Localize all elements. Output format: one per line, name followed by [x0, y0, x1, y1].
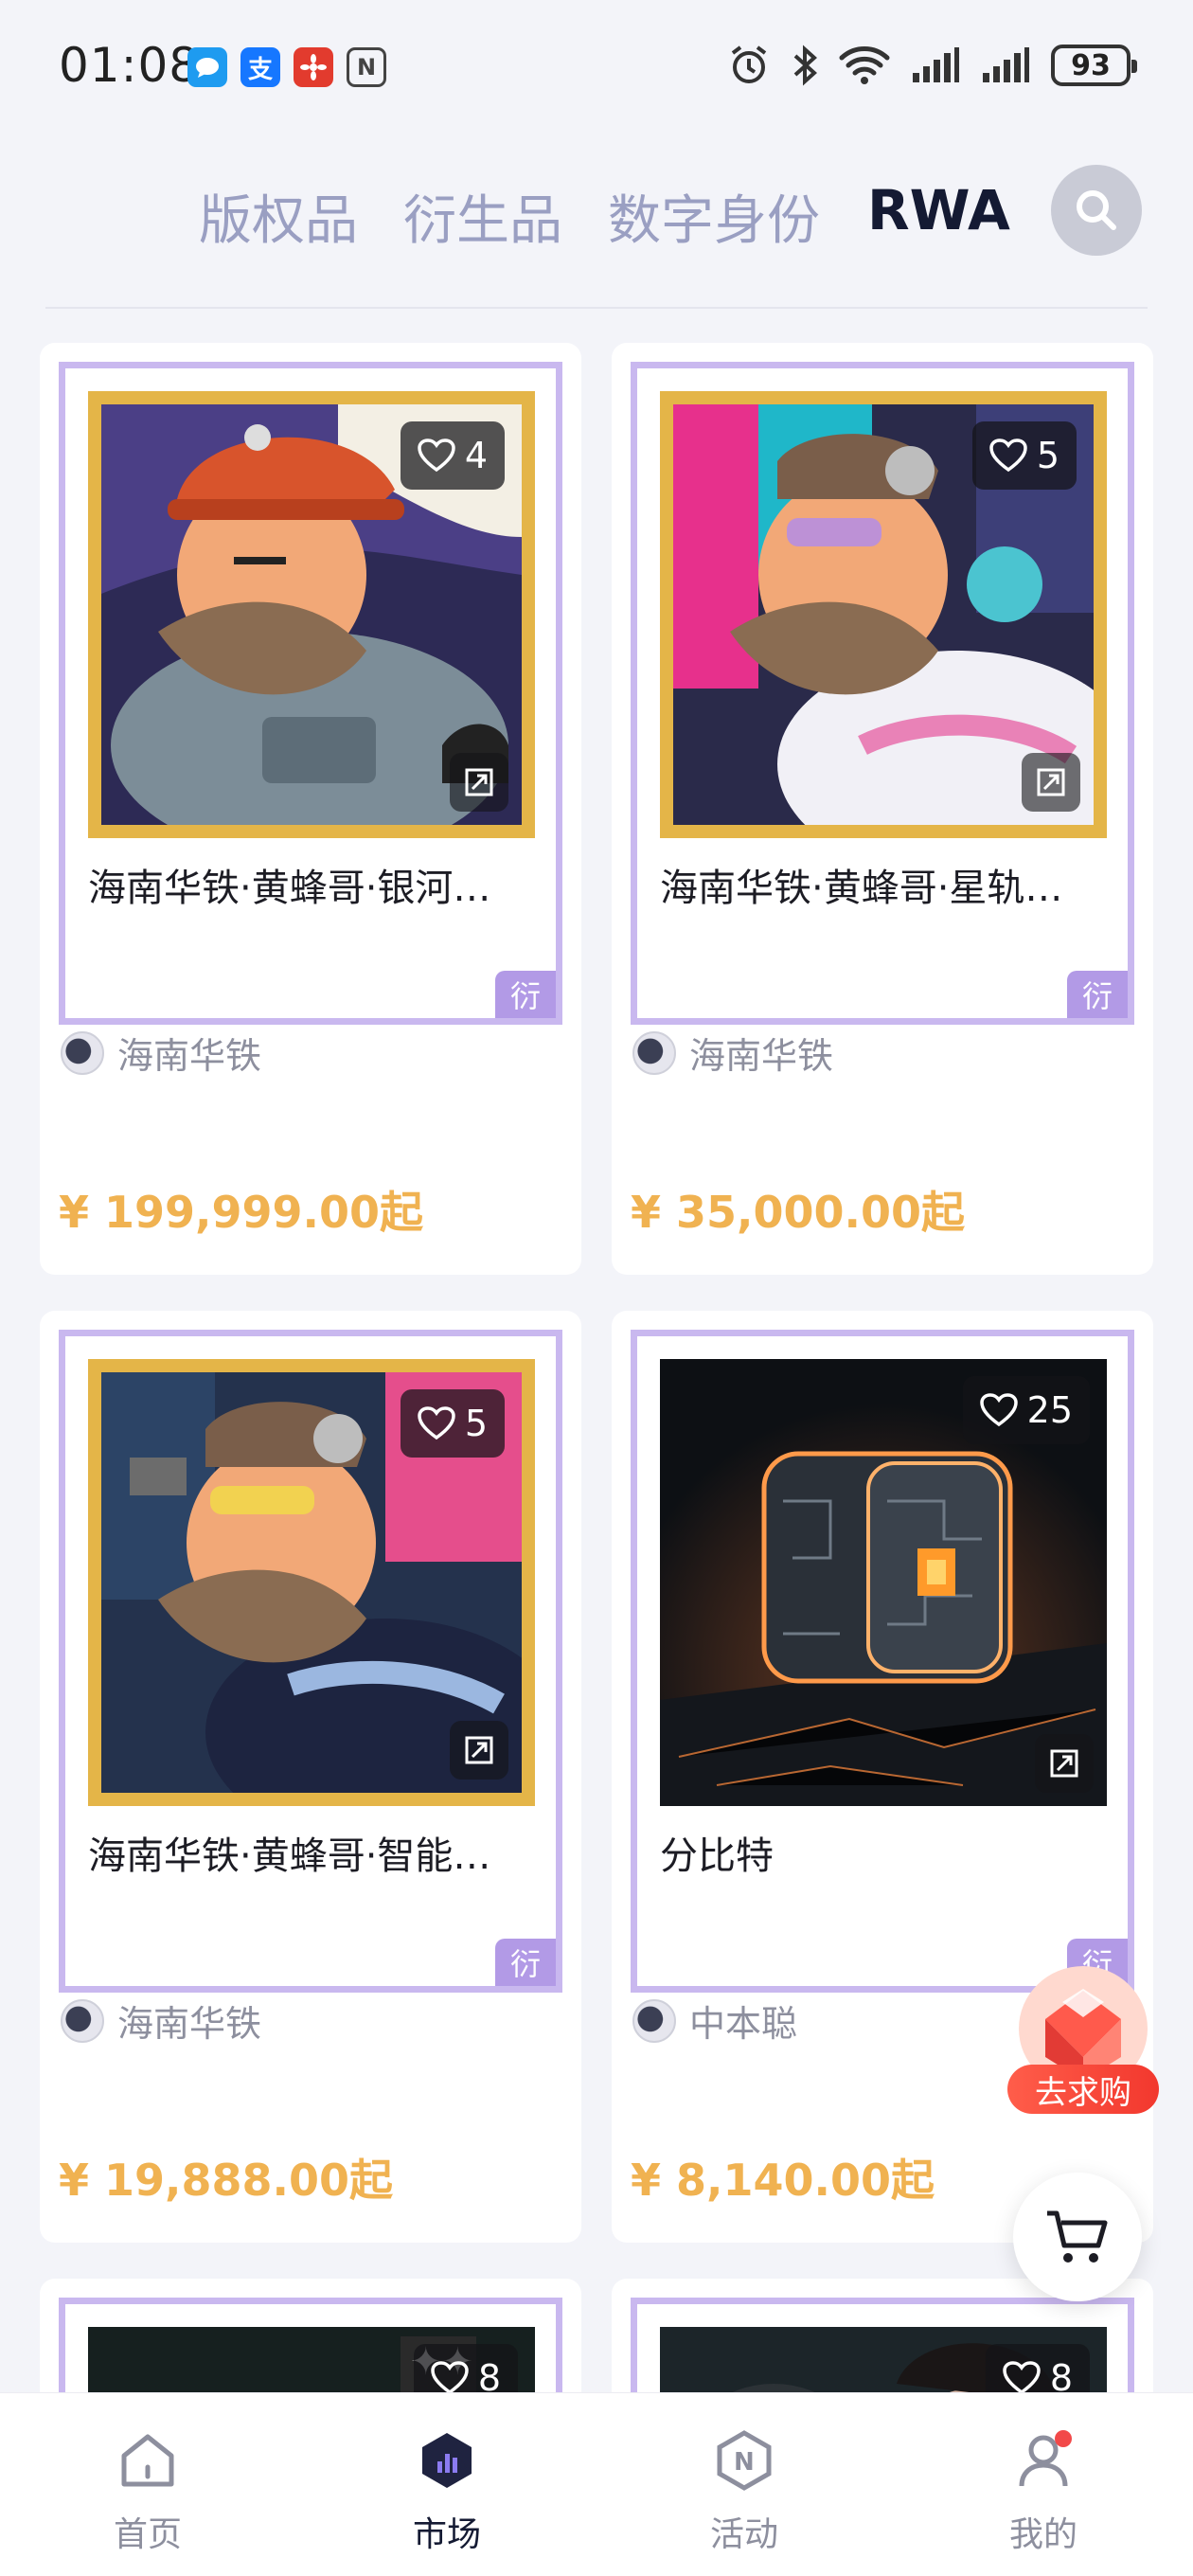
home-icon — [121, 2434, 174, 2487]
expand-button[interactable] — [450, 1721, 508, 1780]
product-title: 分比特 — [660, 1834, 774, 1878]
nav-profile[interactable]: 我的 — [958, 2429, 1129, 2556]
nfc-icon: N — [347, 47, 386, 87]
alarm-icon — [731, 45, 767, 83]
like-badge[interactable]: 5 — [400, 1389, 505, 1458]
nav-market[interactable]: 市场 — [362, 2429, 532, 2556]
message-app-icon — [187, 47, 227, 87]
like-badge[interactable]: 5 — [971, 421, 1077, 490]
derivative-tag: 衍 — [1067, 971, 1128, 1018]
system-status-icons: 93 — [727, 44, 1137, 87]
nav-market-label: 市场 — [412, 2515, 481, 2554]
expand-button[interactable] — [1022, 753, 1080, 812]
product-image[interactable]: 4 — [88, 391, 535, 838]
signal-icon — [913, 47, 959, 82]
product-image[interactable]: 5 — [660, 391, 1107, 838]
author-avatar — [61, 1998, 104, 2043]
heart-icon — [431, 2361, 469, 2395]
product-image[interactable]: 25 — [660, 1359, 1107, 1806]
tab-derivatives[interactable]: 衍生品 — [403, 178, 562, 255]
product-frame: 4 海南华铁·黄蜂哥·银河… 衍 — [59, 362, 562, 1025]
profile-icon — [1019, 2430, 1072, 2487]
author-name: 中本聪 — [689, 2003, 798, 2045]
product-author[interactable]: 海南华铁 — [61, 1027, 261, 1079]
cart-icon — [1047, 2210, 1108, 2263]
expand-icon — [1037, 768, 1065, 796]
search-icon — [1077, 190, 1116, 230]
author-avatar — [632, 1998, 676, 2043]
bottom-navigation: 首页 市场 N 活动 我的 — [0, 2392, 1193, 2576]
alipay-icon: 支 — [240, 47, 280, 87]
like-count: 5 — [464, 1403, 488, 1444]
product-frame: 25 分比特 衍 — [631, 1330, 1134, 1993]
heart-icon — [418, 438, 455, 473]
product-price: ¥ 19,888.00起 — [59, 2155, 394, 2206]
signal-icon-2 — [983, 47, 1029, 82]
like-badge[interactable]: 4 — [400, 421, 505, 490]
product-author[interactable]: 海南华铁 — [61, 1995, 261, 2047]
heart-icon — [1003, 2361, 1041, 2395]
derivative-tag: 衍 — [495, 971, 556, 1018]
status-time: 01:08 — [59, 38, 201, 93]
product-card[interactable]: 5 海南华铁·黄蜂哥·星轨… 衍 海南华铁 ¥ 35,000.00起 — [612, 343, 1153, 1275]
like-count: 25 — [1026, 1389, 1073, 1431]
author-avatar — [61, 1030, 104, 1075]
wifi-icon — [839, 46, 890, 84]
product-price: ¥ 35,000.00起 — [631, 1187, 966, 1238]
like-badge[interactable]: 25 — [962, 1376, 1090, 1444]
want-to-buy-label: 去求购 — [1007, 2065, 1159, 2114]
like-count: 4 — [464, 435, 488, 476]
nav-activity-label: 活动 — [709, 2515, 778, 2554]
author-name: 海南华铁 — [117, 2003, 262, 2045]
like-count: 5 — [1036, 435, 1059, 476]
author-name: 海南华铁 — [117, 1035, 262, 1077]
author-name: 海南华铁 — [689, 1035, 834, 1077]
product-frame: 5 海南华铁·黄蜂哥·星轨… 衍 — [631, 362, 1134, 1025]
expand-icon — [1050, 1749, 1078, 1778]
svg-text:N: N — [734, 2448, 755, 2477]
nav-profile-label: 我的 — [1008, 2515, 1077, 2554]
bluetooth-icon — [793, 45, 817, 86]
product-title: 海南华铁·黄蜂哥·银河… — [88, 867, 491, 910]
product-price: ¥ 8,140.00起 — [631, 2155, 935, 2206]
tabs-divider — [45, 307, 1148, 309]
derivative-tag: 衍 — [495, 1939, 556, 1986]
status-bar: 01:08 支 N 93 — [0, 0, 1193, 133]
tab-copyright[interactable]: 版权品 — [199, 178, 358, 255]
product-card[interactable]: 5 海南华铁·黄蜂哥·智能… 衍 海南华铁 ¥ 19,888.00起 — [40, 1311, 581, 2243]
product-title: 海南华铁·黄蜂哥·星轨… — [660, 867, 1063, 910]
product-card[interactable]: 4 海南华铁·黄蜂哥·银河… 衍 海南华铁 ¥ 199,999.00起 — [40, 343, 581, 1275]
product-price: ¥ 199,999.00起 — [59, 1187, 424, 1238]
notification-dot — [1055, 2430, 1072, 2447]
nav-home[interactable]: 首页 — [62, 2429, 233, 2556]
expand-button[interactable] — [450, 753, 508, 812]
category-tabs: 版权品 衍生品 数字身份 RWA — [0, 152, 1193, 269]
nav-activity[interactable]: N 活动 — [659, 2429, 829, 2556]
tab-digital-identity[interactable]: 数字身份 — [608, 178, 820, 255]
want-to-buy-button[interactable]: 去求购 — [1007, 1953, 1159, 2133]
cart-button[interactable] — [1013, 2173, 1142, 2301]
search-button[interactable] — [1051, 165, 1142, 256]
expand-icon — [465, 1736, 493, 1764]
activity-icon: N — [717, 2430, 772, 2491]
notification-app-icons: 支 N — [187, 47, 386, 87]
expand-button[interactable] — [1035, 1734, 1094, 1793]
nav-home-label: 首页 — [113, 2515, 182, 2554]
heart-icon — [418, 1406, 455, 1440]
huawei-app-icon — [294, 47, 333, 87]
product-image[interactable]: 5 — [88, 1359, 535, 1806]
product-author[interactable]: 海南华铁 — [632, 1027, 833, 1079]
product-frame: 5 海南华铁·黄蜂哥·智能… 衍 — [59, 1330, 562, 1993]
heart-icon — [979, 1393, 1018, 1427]
heart-icon — [989, 438, 1027, 473]
expand-icon — [465, 768, 493, 796]
author-avatar — [632, 1030, 676, 1075]
market-icon — [422, 2433, 472, 2488]
product-title: 海南华铁·黄蜂哥·智能… — [88, 1834, 491, 1878]
tab-rwa[interactable]: RWA — [867, 178, 1010, 242]
product-author[interactable]: 中本聪 — [632, 1995, 797, 2047]
battery-indicator: 93 — [1051, 45, 1137, 86]
